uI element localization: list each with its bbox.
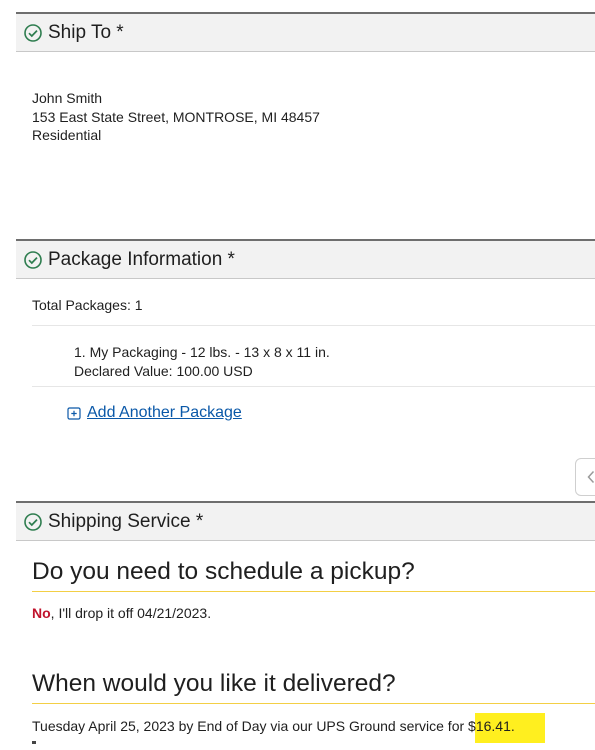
shipping-service-header: Shipping Service *: [16, 501, 595, 541]
pickup-no-label: No: [32, 605, 51, 621]
pickup-answer: No, I'll drop it off 04/21/2023.: [32, 605, 211, 621]
ship-to-title: Ship To *: [48, 21, 124, 43]
question-rule: [32, 703, 595, 704]
delivery-text: Tuesday April 25, 2023 by End of Day via…: [32, 718, 469, 734]
delivery-price: $16.41: [468, 718, 511, 734]
chevron-left-icon: [587, 470, 595, 484]
package-description: 1. My Packaging - 12 lbs. - 13 x 8 x 11 …: [74, 344, 330, 360]
check-circle-icon: [24, 512, 42, 531]
total-packages: Total Packages: 1: [32, 297, 143, 313]
side-collapse-tab[interactable]: [575, 458, 595, 496]
declared-value: Declared Value: 100.00 USD: [74, 362, 253, 379]
check-circle-icon: [24, 250, 42, 269]
delivery-suffix: .: [510, 718, 515, 734]
partial-text-mark: [32, 741, 36, 744]
package-info-header: Package Information *: [16, 239, 595, 279]
recipient-street: 153 East State Street, MONTROSE, MI 4845…: [32, 108, 320, 125]
plus-box-icon: [67, 407, 81, 420]
pickup-answer-text: , I'll drop it off 04/21/2023.: [50, 605, 212, 621]
delivery-answer: Tuesday April 25, 2023 by End of Day via…: [32, 718, 515, 734]
add-another-package-label[interactable]: Add Another Package: [87, 404, 242, 422]
recipient-name: John Smith: [32, 90, 103, 106]
add-another-package-link[interactable]: Add Another Package: [67, 404, 242, 422]
pickup-question: Do you need to schedule a pickup?: [32, 558, 415, 585]
ship-to-header: Ship To *: [16, 12, 595, 52]
divider: [32, 386, 595, 387]
check-circle-icon: [24, 23, 42, 42]
package-item: 1. My Packaging - 12 lbs. - 13 x 8 x 11 …: [74, 343, 330, 380]
divider: [32, 325, 595, 326]
shipping-service-title: Shipping Service *: [48, 510, 204, 532]
question-rule: [32, 591, 595, 592]
delivery-question: When would you like it delivered?: [32, 670, 396, 697]
package-info-title: Package Information *: [48, 248, 235, 270]
address-type: Residential: [32, 127, 102, 143]
ship-to-address: John Smith 153 East State Street, MONTRO…: [32, 89, 320, 145]
